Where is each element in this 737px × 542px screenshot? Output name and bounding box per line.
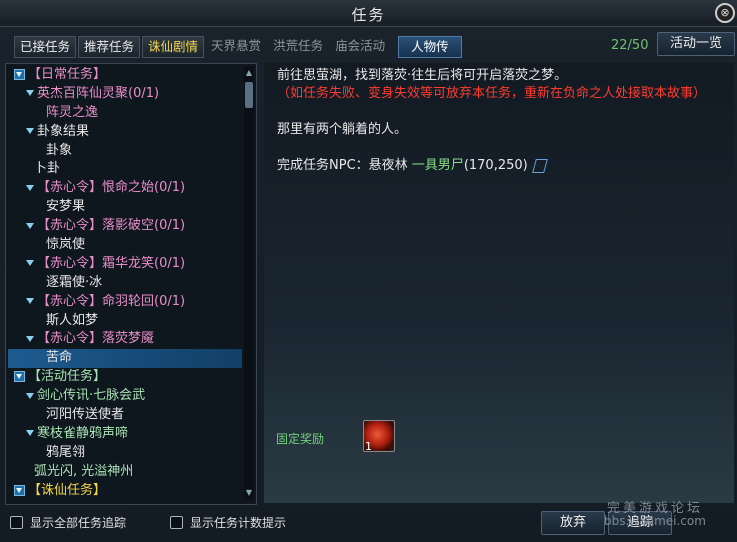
quest-tree-row[interactable]: 寒枝雀静鸦声啼 — [8, 425, 242, 444]
quest-tree-row[interactable]: 【诛仙任务】 — [8, 482, 242, 501]
activity-list-button[interactable]: 活动一览 — [657, 32, 735, 56]
expand-toggle-icon[interactable] — [26, 260, 34, 267]
quest-tree-label: 河阳传送使者 — [46, 407, 125, 423]
quest-tree-row[interactable]: 惊岚使 — [8, 236, 242, 255]
quest-tree-label: 英杰百阵仙灵聚(0/1) — [37, 85, 160, 101]
quest-tree-row[interactable]: 卜卦 — [8, 160, 242, 179]
quest-tree-row[interactable]: 卦象结果 — [8, 123, 242, 142]
quest-tree-label: 【赤心令】霜华龙笑(0/1) — [37, 255, 186, 271]
quest-tree-label: 卜卦 — [34, 161, 61, 177]
quest-count: 22/50 — [611, 38, 649, 53]
window-title: 任务 — [351, 6, 386, 24]
quest-tree-label: 卦象结果 — [37, 123, 90, 139]
expand-toggle-icon[interactable] — [26, 430, 34, 437]
quest-tree-label: 剑心传讯·七脉会武 — [37, 388, 146, 404]
quest-tree-label: 逐霜使·冰 — [46, 274, 103, 290]
quest-tree-label: 苦命 — [46, 350, 73, 366]
tab-bar: 已接任务 推荐任务 诛仙剧情 天界悬赏 洪荒任务 庙会活动 人物传 — [14, 36, 462, 58]
description-warning: （如任务失败、变身失效等可放弃本任务，重新在负命之人处接取本故事） — [277, 86, 707, 101]
quest-tree-panel: 【日常任务】英杰百阵仙灵聚(0/1) 阵灵之逸卦象结果卦象卜卦【赤心令】恨命之始(… — [5, 63, 257, 505]
tab-3[interactable]: 天界悬赏 — [206, 36, 266, 56]
quest-tree-label: 安梦果 — [46, 199, 86, 215]
quest-tree-row[interactable]: 【赤心令】恨命之始(0/1) — [8, 179, 242, 198]
navigate-icon[interactable] — [531, 158, 548, 173]
quest-tree-label: 【赤心令】落影破空(0/1) — [37, 218, 186, 234]
quest-tree-row[interactable]: 【活动任务】 — [8, 368, 242, 387]
quest-tree-label: 【活动任务】 — [28, 369, 107, 385]
quest-tree-row[interactable]: 英杰百阵仙灵聚(0/1) — [8, 85, 242, 104]
quest-tree-label: 鸦尾翎 — [46, 444, 86, 460]
quest-tree-row[interactable]: 鸦尾翎 — [8, 444, 242, 463]
quest-tree-row[interactable]: 卦象 — [8, 142, 242, 161]
tree-scrollbar[interactable]: ▲ ▼ — [244, 66, 254, 500]
tab-6[interactable]: 人物传 — [398, 36, 462, 58]
watermark-url: bbs.wanmei.com — [604, 514, 706, 528]
tab-4[interactable]: 洪荒任务 — [268, 36, 328, 56]
quest-tree-row[interactable]: 剑心传讯·七脉会武 — [8, 387, 242, 406]
expand-toggle-icon[interactable] — [14, 371, 25, 383]
quest-tree-row[interactable]: 阵灵之逸 — [8, 104, 242, 123]
quest-tree-label: 卦象 — [46, 142, 73, 158]
quest-tree-label: 【赤心令】命羽轮回(0/1) — [37, 293, 186, 309]
quest-tree-label: 【赤心令】落荧梦魇 — [37, 331, 155, 347]
description-line-1: 前往思萤湖，找到落荧·往生后将可开启落荧之梦。 — [277, 68, 568, 83]
scroll-down-icon[interactable]: ▼ — [245, 488, 253, 498]
show-count-hint-checkbox[interactable] — [170, 516, 183, 529]
abandon-button[interactable]: 放弃 — [541, 511, 605, 535]
quest-tree-row[interactable]: 斯人如梦 — [8, 312, 242, 331]
quest-tree-row[interactable]: 【赤心令】落荧梦魇 — [8, 330, 242, 349]
quest-tree-row[interactable]: 苦命 — [8, 349, 242, 369]
show-all-tracking-label: 显示全部任务追踪 — [30, 516, 127, 530]
expand-toggle-icon[interactable] — [26, 298, 34, 305]
quest-tree: 【日常任务】英杰百阵仙灵聚(0/1) 阵灵之逸卦象结果卦象卜卦【赤心令】恨命之始(… — [8, 66, 242, 500]
quest-detail-panel: 前往思萤湖，找到落荧·往生后将可开启落荧之梦。 （如任务失败、变身失效等可放弃本… — [264, 63, 734, 503]
tab-0[interactable]: 已接任务 — [14, 36, 77, 58]
quest-tree-row[interactable]: 弧光闪, 光溢神州 — [8, 463, 242, 482]
quest-tree-row[interactable]: 河阳传送使者 — [8, 406, 242, 425]
reward-label: 固定奖励 — [276, 432, 325, 446]
scroll-up-icon[interactable]: ▲ — [245, 68, 253, 78]
quest-tree-label: 【日常任务】 — [28, 67, 107, 82]
quest-window: 任务 ⊗ 已接任务 推荐任务 诛仙剧情 天界悬赏 洪荒任务 庙会活动 人物传 22/50 活… — [0, 0, 737, 542]
reward-quantity: 1 — [365, 440, 372, 453]
npc-prefix: 完成任务NPC：悬夜林 — [277, 158, 408, 173]
expand-toggle-icon[interactable] — [14, 484, 25, 496]
quest-tree-row[interactable]: 【赤心令】落影破空(0/1) — [8, 217, 242, 236]
npc-line: 完成任务NPC：悬夜林 一具男尸(170,250) — [277, 157, 732, 175]
quest-tree-label: 弧光闪, 光溢神州 — [34, 463, 134, 479]
close-icon[interactable]: ⊗ — [715, 3, 735, 23]
expand-toggle-icon[interactable] — [26, 128, 34, 135]
expand-toggle-icon[interactable] — [26, 184, 34, 191]
quest-tree-row[interactable]: 安梦果 — [8, 198, 242, 217]
expand-toggle-icon[interactable] — [26, 392, 34, 399]
expand-toggle-icon[interactable] — [26, 335, 34, 342]
quest-tree-row[interactable]: 【赤心令】命羽轮回(0/1) — [8, 293, 242, 312]
quest-tree-label: 【诛仙任务】 — [28, 482, 107, 498]
expand-toggle-icon[interactable] — [14, 69, 25, 80]
quest-tree-label: 寒枝雀静鸦声啼 — [37, 425, 129, 441]
tab-1[interactable]: 推荐任务 — [78, 36, 141, 58]
title-bar: 任务 ⊗ — [0, 0, 737, 27]
show-count-hint-label: 显示任务计数提示 — [190, 516, 287, 530]
npc-coord: (170,250) — [463, 158, 528, 173]
quest-tree-row[interactable]: 【日常任务】 — [8, 66, 242, 85]
scroll-thumb[interactable] — [245, 82, 253, 108]
show-all-tracking-checkbox[interactable] — [10, 516, 23, 529]
description-line-3: 那里有两个躺着的人。 — [277, 122, 408, 137]
quest-tree-row[interactable]: 逐霜使·冰 — [8, 274, 242, 293]
expand-toggle-icon[interactable] — [26, 90, 34, 97]
tab-2[interactable]: 诛仙剧情 — [142, 36, 205, 58]
quest-tree-label: 惊岚使 — [46, 237, 86, 253]
tab-5[interactable]: 庙会活动 — [330, 36, 390, 56]
quest-tree-label: 【赤心令】恨命之始(0/1) — [37, 180, 186, 196]
quest-tree-row[interactable]: 【赤心令】霜华龙笑(0/1) — [8, 255, 242, 274]
expand-toggle-icon[interactable] — [26, 222, 34, 229]
npc-name-link[interactable]: 一具男尸 — [412, 158, 464, 173]
quest-description: 前往思萤湖，找到落荧·往生后将可开启落荧之梦。 （如任务失败、变身失效等可放弃本… — [277, 67, 732, 175]
quest-tree-label: 斯人如梦 — [46, 312, 99, 328]
quest-tree-label: 阵灵之逸 — [46, 104, 99, 120]
